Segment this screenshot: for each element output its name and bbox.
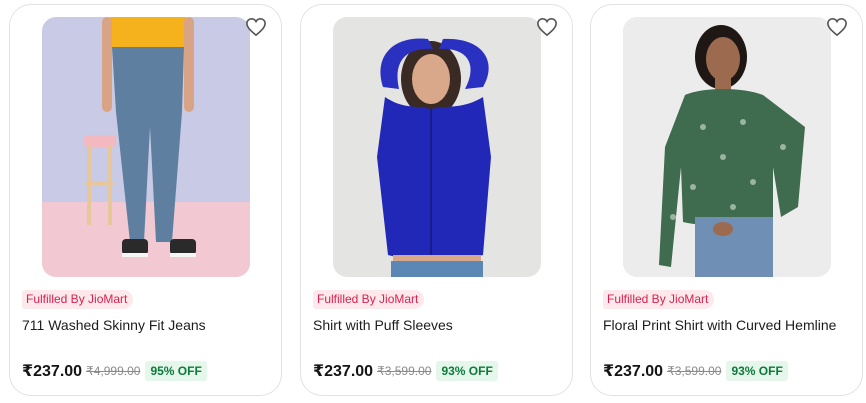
- selling-price: ₹237.00: [603, 363, 664, 380]
- selling-price: ₹237.00: [313, 363, 374, 380]
- product-image[interactable]: [333, 17, 541, 277]
- discount-badge: 93% OFF: [436, 361, 498, 381]
- original-price: ₹3,599.00: [667, 364, 722, 378]
- discount-badge: 95% OFF: [145, 361, 207, 381]
- product-card[interactable]: Fulfilled By JioMart Floral Print Shirt …: [590, 4, 863, 396]
- wishlist-heart-icon[interactable]: [826, 17, 848, 37]
- wishlist-heart-icon[interactable]: [536, 17, 558, 37]
- original-price: ₹3,599.00: [377, 364, 432, 378]
- product-card[interactable]: Fulfilled By JioMart Shirt with Puff Sle…: [300, 4, 573, 396]
- product-image[interactable]: [623, 17, 831, 277]
- fulfilled-badge: Fulfilled By JioMart: [22, 290, 134, 309]
- price-row: ₹237.00 ₹3,599.00 93% OFF: [313, 360, 498, 382]
- fulfilled-badge: Fulfilled By JioMart: [313, 290, 425, 309]
- product-card[interactable]: Fulfilled By JioMart 711 Washed Skinny F…: [9, 4, 282, 396]
- wishlist-heart-icon[interactable]: [245, 17, 267, 37]
- price-row: ₹237.00 ₹3,599.00 93% OFF: [603, 360, 788, 382]
- product-title[interactable]: Shirt with Puff Sleeves: [313, 317, 568, 333]
- original-price: ₹4,999.00: [86, 364, 141, 378]
- product-title[interactable]: Floral Print Shirt with Curved Hemline: [603, 317, 858, 333]
- price-row: ₹237.00 ₹4,999.00 95% OFF: [22, 360, 207, 382]
- discount-badge: 93% OFF: [726, 361, 788, 381]
- product-title[interactable]: 711 Washed Skinny Fit Jeans: [22, 317, 277, 333]
- product-image[interactable]: [42, 17, 250, 277]
- selling-price: ₹237.00: [22, 363, 83, 380]
- fulfilled-badge: Fulfilled By JioMart: [603, 290, 715, 309]
